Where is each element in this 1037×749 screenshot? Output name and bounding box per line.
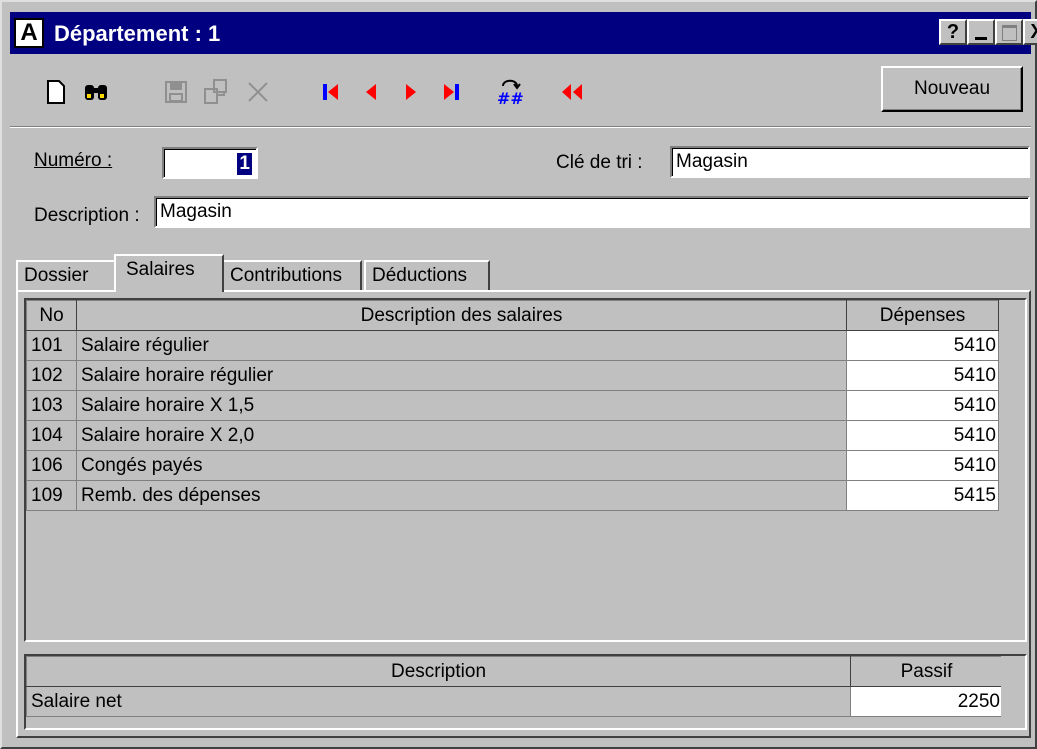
salaries-grid[interactable]: No Description des salaires Dépenses 101…	[24, 298, 1027, 642]
renumber-icon[interactable]: ##	[494, 76, 526, 108]
row-depenses[interactable]: 5415	[846, 480, 999, 511]
row-no: 101	[26, 330, 77, 361]
table-row[interactable]: Salaire net 2250	[26, 686, 1003, 717]
salaires-panel: No Description des salaires Dépenses 101…	[16, 290, 1031, 738]
row-description: Salaire horaire X 1,5	[76, 390, 847, 421]
binoculars-find-icon[interactable]	[80, 76, 112, 108]
copy-icon[interactable]	[200, 76, 232, 108]
table-row[interactable]: 109 Remb. des dépenses 5415	[26, 480, 999, 511]
toolbar-separator	[10, 126, 1031, 128]
toolbar: ## Nouveau	[10, 58, 1031, 124]
row-description: Salaire horaire régulier	[76, 360, 847, 391]
description-label: Description :	[34, 205, 140, 226]
next-record-icon[interactable]	[395, 76, 427, 108]
numero-label: Numéro :	[34, 150, 113, 171]
row-no: 109	[26, 480, 77, 511]
column-header-description[interactable]: Description	[26, 656, 851, 687]
minimize-button[interactable]	[967, 19, 995, 45]
salaries-scroll-area[interactable]	[1001, 300, 1025, 640]
table-row[interactable]: 103 Salaire horaire X 1,5 5410	[26, 390, 999, 421]
title-bar[interactable]: A Département : 1 ? X	[10, 12, 1037, 54]
tab-deductions[interactable]: Déductions	[364, 260, 490, 290]
row-passif[interactable]: 2250	[850, 686, 1003, 717]
row-depenses[interactable]: 5410	[846, 390, 999, 421]
row-no: 103	[26, 390, 77, 421]
row-no: 106	[26, 450, 77, 481]
close-button[interactable]: X	[1023, 19, 1037, 45]
maximize-button[interactable]	[995, 19, 1023, 45]
table-row[interactable]: 101 Salaire régulier 5410	[26, 330, 999, 361]
table-row[interactable]: 106 Congés payés 5410	[26, 450, 999, 481]
row-depenses[interactable]: 5410	[846, 330, 999, 361]
row-no: 104	[26, 420, 77, 451]
description-field[interactable]: Magasin	[154, 196, 1030, 228]
column-header-no[interactable]: No	[26, 300, 77, 331]
delete-icon[interactable]	[242, 76, 274, 108]
column-header-description[interactable]: Description des salaires	[76, 300, 847, 331]
department-window: A Département : 1 ? X	[0, 0, 1037, 749]
row-description: Congés payés	[76, 450, 847, 481]
help-button[interactable]: ?	[939, 19, 967, 45]
table-row[interactable]: 104 Salaire horaire X 2,0 5410	[26, 420, 999, 451]
numero-field[interactable]: 1	[162, 147, 258, 179]
previous-record-icon[interactable]	[355, 76, 387, 108]
cle-tri-label: Clé de tri :	[556, 152, 643, 173]
last-record-icon[interactable]	[435, 76, 467, 108]
maximize-icon	[1002, 25, 1017, 41]
row-description: Salaire net	[26, 686, 851, 717]
liability-scroll-area[interactable]	[1001, 656, 1025, 728]
minimize-icon	[975, 37, 987, 40]
tab-dossier[interactable]: Dossier	[16, 260, 116, 290]
tab-salaires[interactable]: Salaires	[114, 254, 224, 292]
column-header-depenses[interactable]: Dépenses	[846, 300, 999, 331]
cle-tri-field[interactable]: Magasin	[670, 146, 1030, 178]
row-description: Salaire régulier	[76, 330, 847, 361]
row-depenses[interactable]: 5410	[846, 450, 999, 481]
liability-grid[interactable]: Description Passif Salaire net 2250	[24, 654, 1027, 730]
row-depenses[interactable]: 5410	[846, 420, 999, 451]
table-row[interactable]: 102 Salaire horaire régulier 5410	[26, 360, 999, 391]
app-icon[interactable]: A	[14, 18, 44, 48]
row-description: Salaire horaire X 2,0	[76, 420, 847, 451]
row-description: Remb. des dépenses	[76, 480, 847, 511]
window-title: Département : 1	[54, 21, 221, 46]
row-no: 102	[26, 360, 77, 391]
svg-text:##: ##	[497, 89, 524, 107]
column-header-passif[interactable]: Passif	[850, 656, 1003, 687]
new-document-icon[interactable]	[40, 76, 72, 108]
save-icon[interactable]	[160, 76, 192, 108]
first-record-icon[interactable]	[315, 76, 347, 108]
tab-contributions[interactable]: Contributions	[222, 260, 362, 290]
rewind-icon[interactable]	[556, 76, 588, 108]
row-depenses[interactable]: 5410	[846, 360, 999, 391]
new-button[interactable]: Nouveau	[881, 66, 1023, 112]
numero-value: 1	[237, 153, 252, 175]
